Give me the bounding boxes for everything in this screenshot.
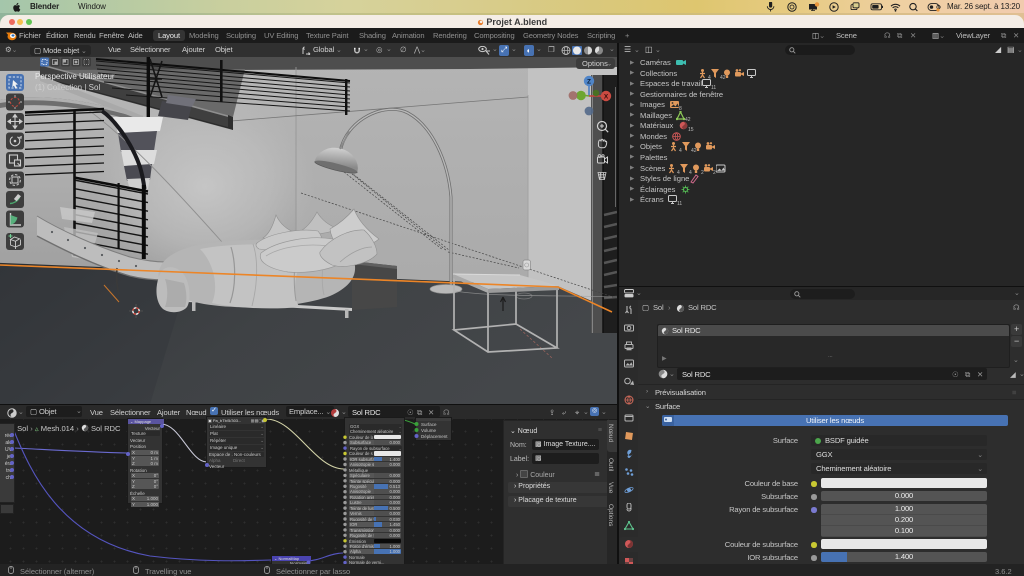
- svg-text:X: X: [604, 94, 609, 101]
- svg-text:(1) Collection | Sol: (1) Collection | Sol: [35, 83, 100, 92]
- svg-text:Options: Options: [582, 59, 608, 68]
- svg-text:Z: Z: [587, 79, 591, 86]
- svg-text:11: 11: [677, 201, 682, 206]
- svg-text:15: 15: [688, 127, 694, 132]
- svg-text:Perspective Utilisateur: Perspective Utilisateur: [35, 72, 115, 81]
- svg-text:⌄: ⌄: [607, 62, 612, 68]
